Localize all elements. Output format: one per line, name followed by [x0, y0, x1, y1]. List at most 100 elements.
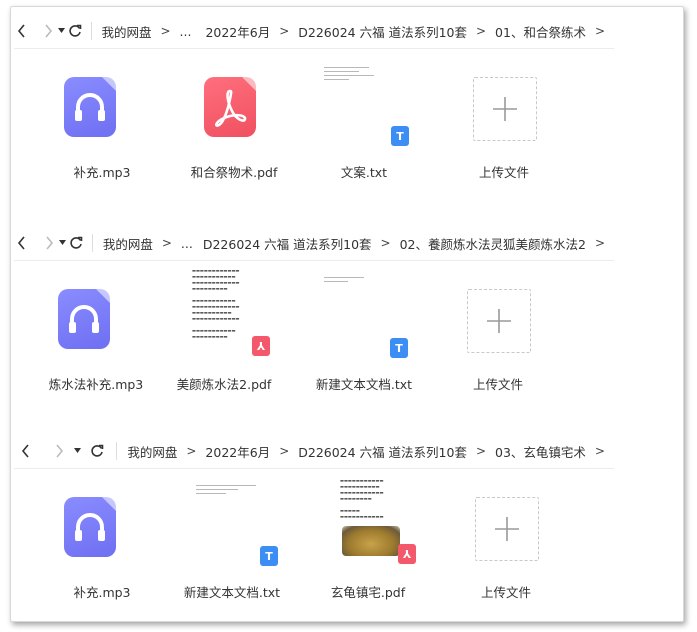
- chevron-right-icon: [45, 24, 53, 38]
- turtle-statue-image: [342, 526, 400, 556]
- file-item-txt[interactable]: T 文案.txt: [304, 54, 424, 194]
- forward-button[interactable]: [47, 439, 70, 463]
- caret-down-icon: [58, 240, 66, 245]
- breadcrumb-item[interactable]: 我的网盘: [103, 234, 153, 253]
- refresh-icon: [69, 24, 82, 37]
- file-grid: 补充.mp3 和合祭物术.pdf T 文案.txt 上传文件: [14, 54, 614, 199]
- breadcrumb-item[interactable]: 我的网盘: [101, 22, 151, 41]
- breadcrumb-separator: >: [279, 24, 290, 38]
- tile-fold: [96, 289, 110, 303]
- breadcrumb-item[interactable]: 2022年6月: [205, 442, 270, 461]
- text-line: [324, 281, 348, 282]
- forward-button[interactable]: [40, 19, 56, 43]
- upload-label: 上传文件: [480, 585, 531, 600]
- file-item-audio[interactable]: 补充.mp3: [42, 54, 162, 194]
- file-name: 和合祭物术.pdf: [190, 165, 278, 180]
- text-line: [324, 277, 364, 278]
- text-line: [324, 79, 349, 80]
- breadcrumb-separator: >: [279, 444, 290, 458]
- upload-dropzone[interactable]: [473, 77, 537, 141]
- upload-file-button[interactable]: 上传文件: [438, 266, 558, 406]
- file-name: 新建文本文档.txt: [315, 377, 413, 392]
- breadcrumb-separator: >: [380, 236, 391, 250]
- file-name: 新建文本文档.txt: [183, 585, 281, 600]
- file-item-pdf[interactable]: ▬▬▬▬▬▬▬▬▬▬▬▬▬▬▬▬▬▬▬▬▬▬▬▬▬▬▬▬▬▬▬▬▬▬▬▬▬▬▬▬…: [164, 266, 284, 406]
- plus-icon: [493, 97, 517, 121]
- chevron-right-icon: [45, 236, 53, 250]
- breadcrumb-separator: >: [160, 24, 171, 38]
- text-line: [324, 71, 359, 72]
- audio-file-icon: [58, 289, 110, 349]
- file-grid: 炼水法补充.mp3 ▬▬▬▬▬▬▬▬▬▬▬▬ ▬▬▬▬▬▬▬▬▬▬▬ ▬▬▬▬▬▬▬…: [14, 266, 614, 411]
- breadcrumb-item[interactable]: 我的网盘: [127, 442, 177, 461]
- tile-fold: [102, 77, 116, 91]
- back-button[interactable]: [14, 439, 37, 463]
- file-item-txt[interactable]: T 新建文本文档.txt: [172, 474, 292, 614]
- refresh-button[interactable]: [68, 231, 84, 255]
- upload-file-button[interactable]: 上传文件: [446, 474, 566, 614]
- text-line: [196, 493, 226, 494]
- upload-file-button[interactable]: 上传文件: [444, 54, 564, 194]
- upload-dropzone[interactable]: [467, 289, 531, 353]
- breadcrumb-current[interactable]: 03、玄龟镇宅术: [495, 442, 586, 461]
- refresh-icon: [70, 236, 83, 249]
- file-item-pdf[interactable]: 和合祭物术.pdf: [174, 54, 294, 194]
- breadcrumb-item[interactable]: D226024 六福 道法系列10套: [298, 442, 467, 461]
- file-name: 美颜炼水法2.pdf: [176, 377, 272, 392]
- file-item-pdf[interactable]: ▬▬▬▬▬▬▬▬▬▬▬▬▬▬▬▬▬▬▬▬▬▬▬▬▬▬▬▬▬▬▬▬▬▬▬▬▬▬▬▬…: [308, 474, 428, 614]
- file-grid: 补充.mp3 T 新建文本文档.txt ▬▬▬▬▬▬▬▬▬▬▬ ▬▬▬▬▬▬▬▬▬…: [14, 474, 614, 619]
- toolbar-divider: [90, 22, 92, 40]
- plus-icon: [487, 309, 511, 333]
- text-line: [196, 489, 238, 490]
- history-dropdown-button[interactable]: [70, 446, 85, 456]
- history-dropdown-button[interactable]: [57, 238, 68, 248]
- breadcrumb-item[interactable]: ...: [180, 24, 192, 39]
- file-item-audio[interactable]: 补充.mp3: [42, 474, 162, 614]
- refresh-button[interactable]: [85, 439, 108, 463]
- txt-preview-thumbnail: [324, 64, 384, 94]
- caret-down-icon: [57, 28, 65, 33]
- txt-badge-icon: T: [260, 546, 278, 566]
- tile-fold: [242, 77, 256, 91]
- tile-fold: [102, 497, 116, 511]
- refresh-button[interactable]: [67, 19, 83, 43]
- back-button[interactable]: [14, 231, 30, 255]
- file-item-audio[interactable]: 炼水法补充.mp3: [36, 266, 156, 406]
- txt-badge-icon: T: [390, 338, 408, 358]
- toolbar: 我的网盘 > 2022年6月 > D226024 六福 道法系列10套 > 03…: [14, 434, 614, 469]
- refresh-icon: [91, 444, 104, 457]
- chevron-left-icon: [21, 444, 29, 458]
- breadcrumb-separator: >: [186, 444, 197, 458]
- toolbar-divider: [92, 234, 93, 252]
- breadcrumb-item[interactable]: D226024 六福 道法系列10套: [203, 234, 372, 253]
- breadcrumb-separator: >: [475, 24, 487, 38]
- upload-label: 上传文件: [472, 377, 523, 392]
- breadcrumb-separator: >: [594, 444, 605, 458]
- preview-text-block: ▬▬▬▬▬▬▬▬▬▬▬▬▬▬▬▬▬▬▬▬▬▬▬▬▬▬▬▬▬▬▬▬▬▬▬▬▬▬▬▬…: [340, 478, 384, 519]
- file-name: 玄龟镇宅.pdf: [330, 585, 406, 600]
- breadcrumb-separator: >: [594, 24, 606, 38]
- back-button[interactable]: [14, 19, 30, 43]
- text-line: [196, 485, 256, 486]
- upload-dropzone[interactable]: [475, 497, 539, 561]
- toolbar: 我的网盘 > ... 2022年6月 > D226024 六福 道法系列10套 …: [14, 14, 614, 49]
- file-item-txt[interactable]: T 新建文本文档.txt: [304, 266, 424, 406]
- txt-badge-icon: T: [391, 126, 409, 146]
- txt-preview-thumbnail: [324, 274, 384, 304]
- breadcrumb-item[interactable]: 2022年6月: [205, 22, 270, 41]
- toolbar-divider: [116, 442, 118, 460]
- file-name: 炼水法补充.mp3: [48, 377, 144, 392]
- breadcrumb-current[interactable]: 01、和合祭练术: [495, 22, 586, 41]
- chevron-left-icon: [17, 24, 25, 38]
- txt-preview-thumbnail: [196, 482, 266, 512]
- caret-down-icon: [74, 448, 82, 453]
- breadcrumb-current[interactable]: 02、養颜炼水法灵狐美颜炼水法2: [400, 234, 586, 253]
- history-dropdown-button[interactable]: [56, 26, 67, 36]
- file-name: 补充.mp3: [73, 165, 131, 180]
- toolbar: 我的网盘 > ... D226024 六福 道法系列10套 > 02、養颜炼水法…: [14, 226, 614, 261]
- chevron-left-icon: [18, 236, 25, 250]
- forward-button[interactable]: [40, 231, 56, 255]
- breadcrumb-item[interactable]: D226024 六福 道法系列10套: [298, 22, 467, 41]
- pdf-file-icon: [204, 77, 256, 137]
- breadcrumb-item[interactable]: ...: [181, 236, 193, 251]
